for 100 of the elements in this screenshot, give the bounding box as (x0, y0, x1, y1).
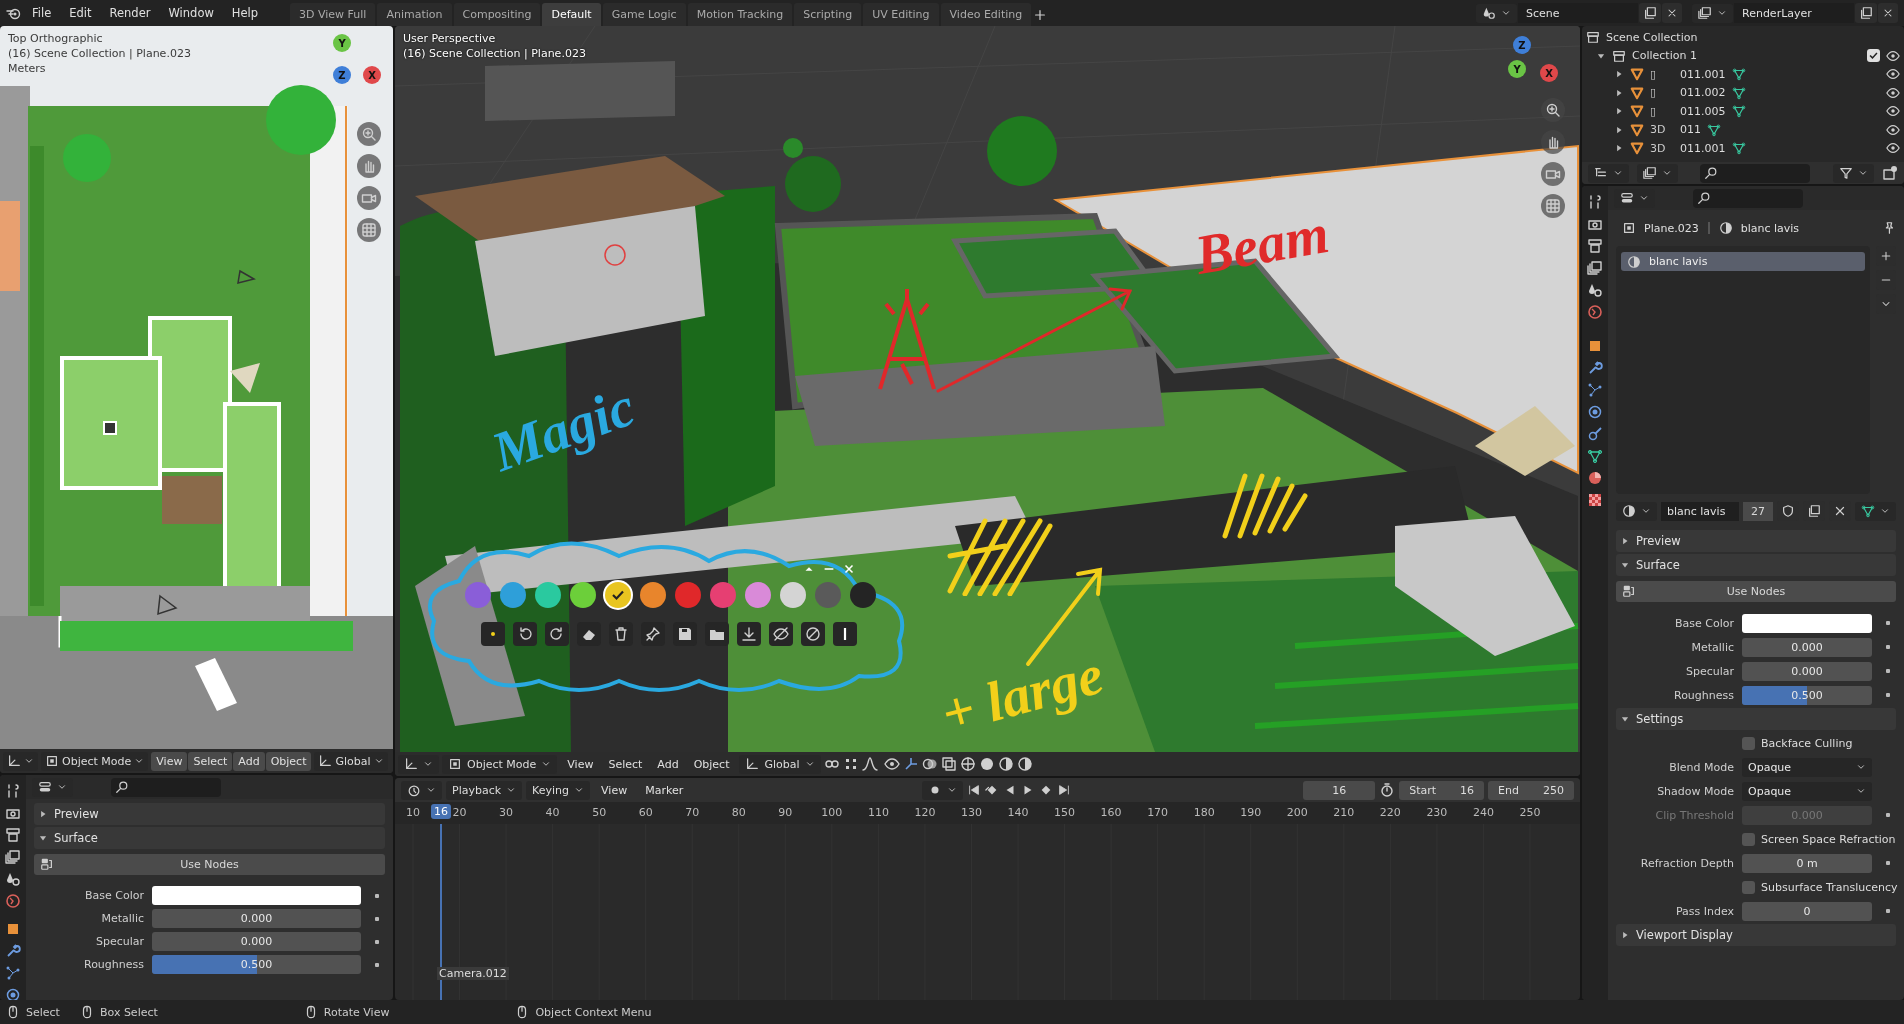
bar-button[interactable] (833, 622, 857, 646)
tree-item[interactable]: Scene Collection (1606, 30, 1698, 44)
disclosure-triangle-icon[interactable] (1614, 143, 1624, 154)
search-field[interactable] (1700, 163, 1810, 183)
tree-item[interactable]: 011.002 (1680, 86, 1726, 100)
printer-icon[interactable] (5, 827, 21, 843)
menu-item[interactable]: Add (233, 751, 265, 771)
stopwatch-icon[interactable] (1379, 782, 1396, 798)
number-field[interactable]: 0 m (1742, 853, 1872, 873)
material-sphere-icon[interactable] (997, 756, 1014, 772)
checkbox[interactable]: Screen Space Refraction (1742, 832, 1896, 846)
menu-item[interactable]: Render (101, 3, 159, 23)
duplicate-button[interactable] (1639, 3, 1661, 23)
use-nodes-button[interactable]: Use Nodes (1616, 581, 1896, 602)
disclosure-triangle-icon[interactable] (1614, 124, 1624, 135)
checkbox[interactable]: Backface Culling (1742, 736, 1872, 750)
mesh-data-icon[interactable] (1587, 448, 1603, 464)
use-nodes-button[interactable]: Use Nodes (34, 854, 385, 875)
color-field[interactable] (152, 886, 361, 905)
pushpin-button[interactable] (641, 622, 665, 646)
square-icon[interactable] (1587, 338, 1603, 354)
constraint-icon[interactable] (1587, 426, 1603, 442)
menu-item[interactable]: Marker (638, 780, 691, 800)
duplicate-button[interactable] (1855, 3, 1877, 23)
dropdown-field[interactable]: Opaque (1742, 781, 1872, 801)
dropdown-field[interactable]: Opaque (1742, 757, 1872, 777)
slider-field[interactable]: 0.500 (1742, 685, 1872, 705)
save-button[interactable] (673, 622, 697, 646)
orientation-dropdown[interactable]: Global (739, 754, 821, 774)
checkbox[interactable] (1867, 49, 1880, 63)
start-frame-field[interactable]: Start 16 (1399, 780, 1485, 800)
tree-item[interactable]: 011 (1680, 123, 1701, 137)
number-field[interactable]: 0.000 (152, 909, 361, 928)
view-layer-name-field[interactable]: RenderLayer (1734, 3, 1854, 23)
wrench-icon[interactable] (5, 943, 21, 959)
user-count[interactable]: 27 (1743, 501, 1773, 521)
image-stack-icon[interactable] (1587, 260, 1603, 276)
search-field[interactable] (1693, 188, 1803, 208)
solid-sphere-icon[interactable] (978, 756, 995, 772)
undo-button[interactable] (513, 622, 537, 646)
eye-icon[interactable] (1886, 141, 1900, 156)
clear-button[interactable] (801, 622, 825, 646)
workspace-tab[interactable]: Animation (377, 3, 452, 26)
particles-icon[interactable] (5, 965, 21, 981)
workspace-tab[interactable]: Scripting (794, 3, 862, 26)
panel-header[interactable]: Preview (1616, 530, 1896, 552)
download-button[interactable] (737, 622, 761, 646)
checkbox[interactable]: Subsurface Translucency (1742, 880, 1898, 894)
mode-dropdown[interactable]: Object Mode (41, 751, 149, 771)
eye-icon[interactable] (1886, 104, 1900, 119)
menu-item[interactable]: View (560, 754, 601, 774)
eye-icon[interactable] (1886, 85, 1900, 100)
workspace-tab[interactable]: Default (542, 3, 601, 26)
trash-button[interactable] (609, 622, 633, 646)
search-field[interactable] (111, 777, 221, 797)
disclosure-triangle-icon[interactable] (1614, 69, 1624, 80)
browse-view-layer-dropdown[interactable] (1692, 3, 1733, 23)
browse-material-dropdown[interactable] (1616, 501, 1657, 521)
orbit-icon[interactable] (1587, 404, 1603, 420)
redo-button[interactable] (545, 622, 569, 646)
checker-icon[interactable] (1587, 492, 1603, 508)
menu-item[interactable]: View (594, 780, 635, 800)
workspace-tab[interactable]: UV Editing (863, 3, 939, 26)
menu-item[interactable]: Edit (61, 3, 100, 23)
number-field[interactable]: 0.000 (1742, 661, 1872, 681)
menu-item[interactable]: Add (650, 754, 686, 774)
material-slot[interactable]: blanc lavis (1621, 252, 1865, 271)
browse-scene-dropdown[interactable] (1476, 3, 1517, 23)
number-field[interactable]: 0.000 (152, 932, 361, 951)
workspace-tab[interactable]: Motion Tracking (687, 3, 793, 26)
overlay-icon[interactable] (921, 756, 938, 772)
panel-header[interactable]: Viewport Display (1616, 924, 1896, 946)
new-collection-icon[interactable] (1882, 165, 1898, 181)
globe-icon[interactable] (5, 893, 21, 909)
end-frame-field[interactable]: End 250 (1488, 780, 1574, 800)
workspace-tab[interactable]: Game Logic (602, 3, 686, 26)
wireframe-icon[interactable] (959, 756, 976, 772)
tool-icon[interactable] (5, 783, 21, 799)
tree-item[interactable]: Collection 1 (1632, 49, 1697, 63)
falloff-icon[interactable] (861, 756, 878, 772)
view-layer-dropdown[interactable] (1637, 163, 1678, 183)
eye-icon[interactable] (1886, 67, 1900, 82)
material-icon[interactable] (1587, 470, 1603, 486)
remove-button[interactable] (1878, 3, 1898, 23)
menu-item[interactable]: Help (223, 3, 267, 23)
menu-item[interactable]: Object (265, 751, 312, 771)
display-mode-dropdown[interactable] (1588, 163, 1629, 183)
menu-dropdown[interactable]: Keying (526, 780, 591, 800)
menu-item[interactable]: Select (601, 754, 650, 774)
menu-dropdown[interactable]: Playback (446, 780, 523, 800)
eye-icon[interactable] (883, 756, 900, 772)
panel-header[interactable]: Preview (34, 803, 385, 825)
editor-type-dropdown[interactable] (398, 754, 439, 774)
panel-header[interactable]: Surface (1616, 554, 1896, 576)
close-icon[interactable] (842, 562, 856, 576)
editor-type-dropdown[interactable] (401, 780, 442, 800)
workspace-tab[interactable]: Compositing (453, 3, 541, 26)
folder-button[interactable] (705, 622, 729, 646)
workspace-tab[interactable]: Video Editing (940, 3, 1032, 26)
number-field[interactable]: 0 (1742, 901, 1872, 921)
